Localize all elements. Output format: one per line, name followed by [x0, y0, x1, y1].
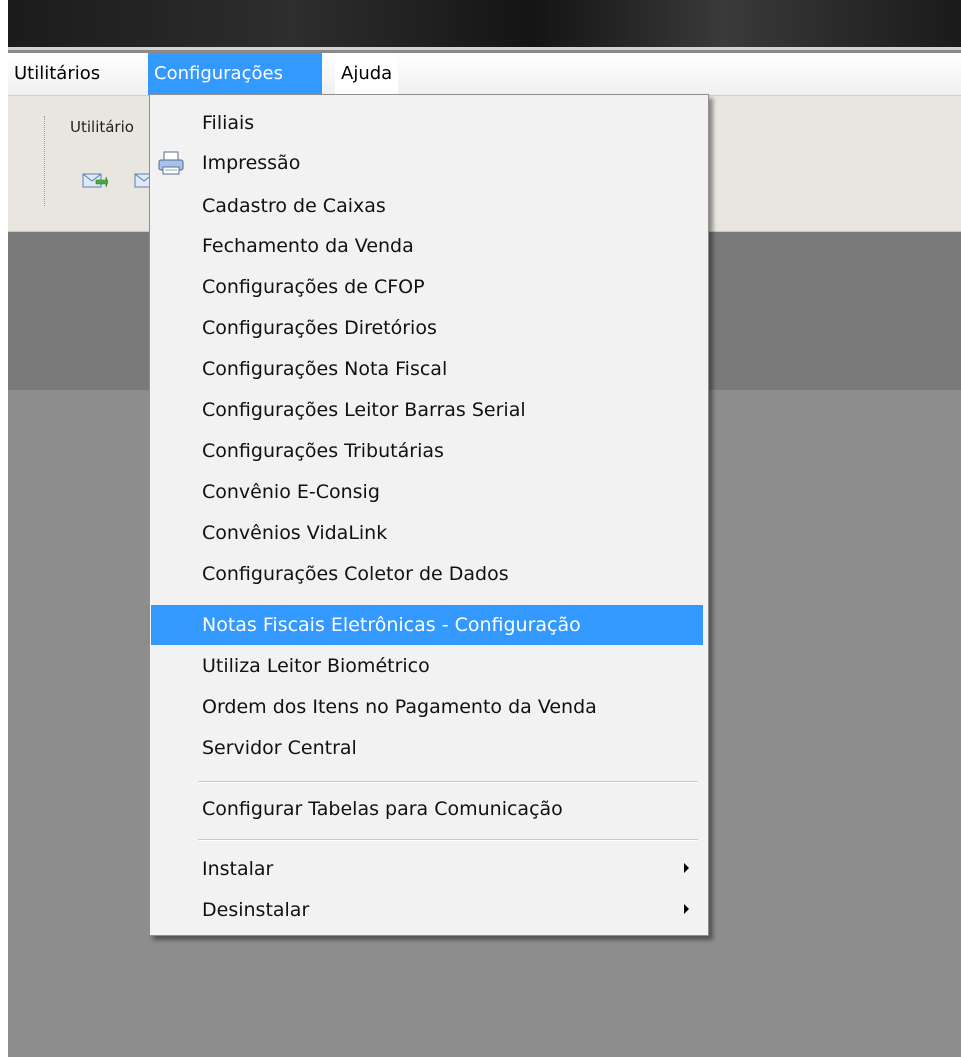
- send-mail-icon[interactable]: [82, 171, 108, 191]
- menu-ajuda[interactable]: Ajuda: [335, 53, 399, 95]
- menu-item-filiais[interactable]: Filiais: [151, 103, 703, 143]
- menu-item-configuracoes-tributarias[interactable]: Configurações Tributárias: [151, 431, 703, 471]
- configuracoes-dropdown-menu: Filiais Impressão Cadastro de Caixas Fec…: [149, 94, 709, 936]
- menu-item-cadastro-caixas[interactable]: Cadastro de Caixas: [151, 186, 703, 226]
- menu-item-ordem-itens-pagamento[interactable]: Ordem dos Itens no Pagamento da Venda: [151, 687, 703, 727]
- menu-bar: Utilitários Configurações Ajuda: [8, 53, 961, 96]
- menu-item-nfe-configuracao[interactable]: Notas Fiscais Eletrônicas - Configuração: [151, 605, 703, 645]
- menu-item-configuracoes-cfop[interactable]: Configurações de CFOP: [151, 267, 703, 307]
- menu-item-configuracoes-nota-fiscal[interactable]: Configurações Nota Fiscal: [151, 349, 703, 389]
- menu-utilitarios[interactable]: Utilitários: [8, 53, 106, 95]
- menu-item-coletor-dados[interactable]: Configurações Coletor de Dados: [151, 554, 703, 594]
- menu-separator: [198, 839, 698, 841]
- menu-item-instalar[interactable]: Instalar: [151, 849, 703, 889]
- menu-item-impressao[interactable]: Impressão: [151, 143, 703, 183]
- menu-item-servidor-central[interactable]: Servidor Central: [151, 728, 703, 768]
- menu-item-configuracoes-diretorios[interactable]: Configurações Diretórios: [151, 308, 703, 348]
- menu-item-configurar-tabelas[interactable]: Configurar Tabelas para Comunicação: [151, 789, 703, 829]
- menu-item-convenios-vidalink[interactable]: Convênios VidaLink: [151, 513, 703, 553]
- submenu-arrow-icon: [684, 863, 689, 873]
- toolbar-group-label: Utilitário: [70, 118, 134, 136]
- printer-icon: [158, 151, 184, 175]
- menu-item-convenio-econsig[interactable]: Convênio E-Consig: [151, 472, 703, 512]
- menu-configuracoes[interactable]: Configurações: [148, 53, 322, 95]
- title-bar: [8, 0, 961, 50]
- menu-item-leitor-biometrico[interactable]: Utiliza Leitor Biométrico: [151, 646, 703, 686]
- menu-item-leitor-barras-serial[interactable]: Configurações Leitor Barras Serial: [151, 390, 703, 430]
- toolbar-separator: [44, 116, 45, 206]
- menu-item-fechamento-venda[interactable]: Fechamento da Venda: [151, 226, 703, 266]
- menu-separator: [198, 781, 698, 783]
- menu-item-desinstalar[interactable]: Desinstalar: [151, 890, 703, 930]
- submenu-arrow-icon: [684, 904, 689, 914]
